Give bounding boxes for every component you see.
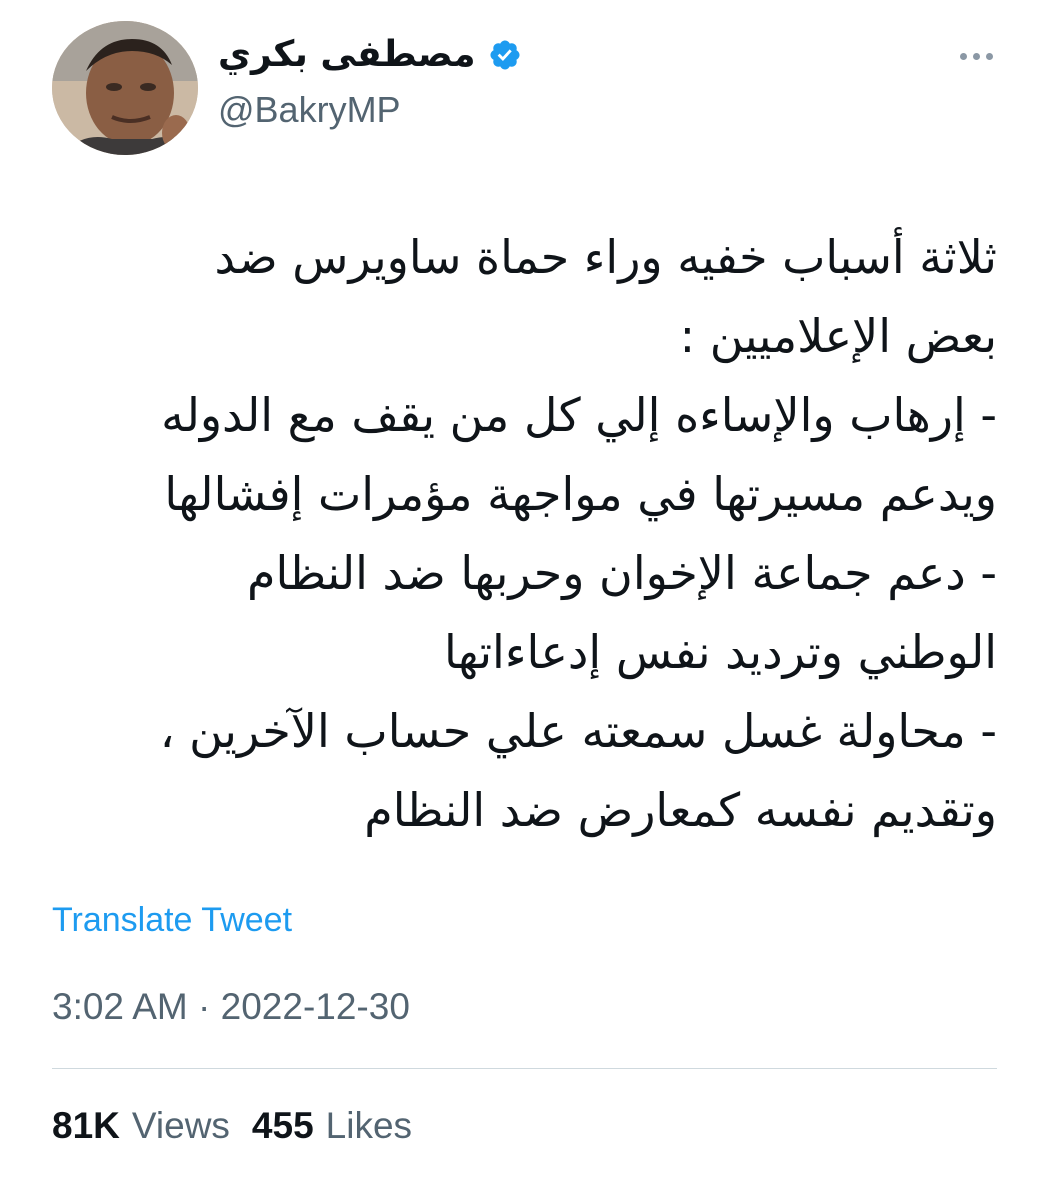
tweet-line: بعض الإعلاميين : (679, 309, 997, 363)
tweet-stats: 81K Views 455 Likes (52, 1100, 412, 1152)
more-dot (959, 52, 967, 60)
verified-badge-icon (490, 40, 520, 70)
translate-tweet-link[interactable]: Translate Tweet (52, 895, 292, 945)
divider (52, 1068, 997, 1069)
tweet-line: - دعم جماعة الإخوان وحربها ضد النظام (247, 546, 997, 600)
tweet-text: ثلاثة أسباب خفيه وراء حماة ساويرس ضد بعض… (37, 218, 997, 850)
author-handle[interactable]: @BakryMP (218, 86, 401, 134)
likes-count: 455 (251, 1105, 314, 1146)
more-options-icon[interactable] (952, 40, 1000, 72)
views-label: Views (131, 1105, 230, 1146)
tweet-line: وتقديم نفسه كمعارض ضد النظام (364, 783, 997, 837)
tweet-line: - محاولة غسل سمعته علي حساب الآخرين ، (159, 704, 997, 758)
avatar[interactable] (52, 21, 198, 155)
tweet-timestamp[interactable]: 3:02 AM · 2022-12-30 (52, 981, 410, 1033)
more-dot (972, 52, 980, 60)
views-count: 81K (52, 1105, 120, 1146)
tweet-line: الوطني وترديد نفس إدعاءاتها (444, 625, 997, 679)
tweet-line: ويدعم مسيرتها في مواجهة مؤمرات إفشالها (164, 467, 997, 521)
more-dot (985, 52, 993, 60)
views-stat[interactable]: 81K Views (52, 1100, 230, 1152)
avatar-photo (52, 21, 198, 155)
author-name-row[interactable]: مصطفى بكري (218, 30, 522, 80)
tweet-line: ثلاثة أسباب خفيه وراء حماة ساويرس ضد (214, 230, 997, 284)
likes-stat[interactable]: 455 Likes (252, 1100, 412, 1152)
likes-label: Likes (325, 1105, 413, 1146)
tweet-line: - إرهاب والإساءه إلي كل من يقف مع الدوله (161, 388, 997, 442)
author-display-name[interactable]: مصطفى بكري (218, 30, 476, 80)
